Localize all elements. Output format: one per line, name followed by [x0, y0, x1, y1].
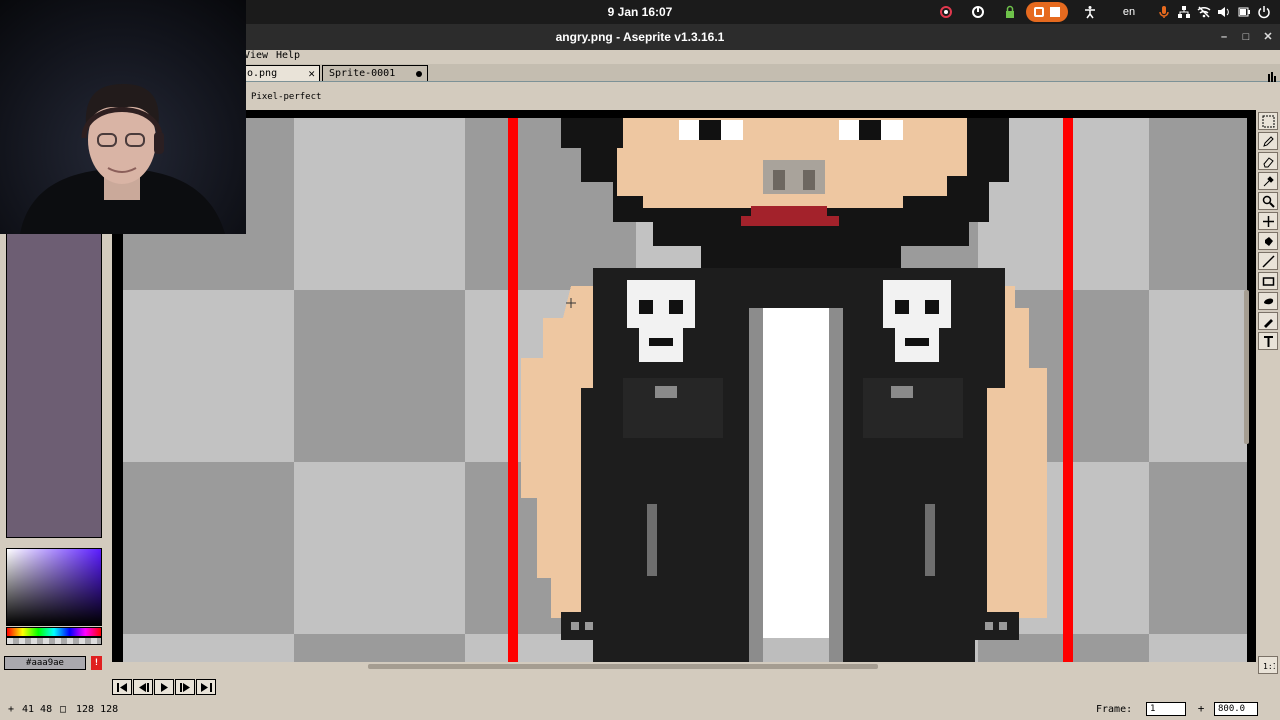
tab-angry-png[interactable]: o.png ✕ — [240, 65, 320, 81]
webcam-person — [20, 84, 225, 234]
guide-line — [1063, 118, 1073, 662]
eraser-icon[interactable] — [1258, 152, 1278, 170]
playback-controls — [0, 676, 1280, 698]
zoom-input[interactable]: 800.0 — [1214, 702, 1258, 716]
volume-icon[interactable] — [1216, 3, 1232, 21]
tab-label: Sprite-0001 — [329, 68, 396, 79]
cursor-icon: + — [8, 704, 15, 715]
tab-label: o.png — [247, 68, 278, 79]
microphone-icon[interactable] — [1156, 3, 1172, 21]
keyboard-language[interactable]: en — [1118, 3, 1140, 21]
cursor-position: 41 48 — [22, 704, 53, 715]
text-icon[interactable] — [1258, 332, 1278, 350]
smudge-icon[interactable] — [1258, 312, 1278, 330]
frame-input[interactable]: 1 — [1146, 702, 1186, 716]
screen-share-icon — [1034, 7, 1044, 17]
pixel-ratio-icon[interactable]: 1:1 — [1258, 656, 1278, 674]
accessibility-icon[interactable] — [1082, 3, 1098, 21]
sprite-pixels — [123, 118, 1247, 662]
foreground-color[interactable]: #aaa9ae — [4, 656, 86, 670]
svg-text:1:1: 1:1 — [1263, 662, 1275, 671]
marquee-icon[interactable] — [1258, 112, 1278, 130]
hue-slider[interactable] — [6, 627, 102, 637]
battery-icon[interactable] — [1236, 3, 1252, 21]
fg-warning-icon[interactable]: ! — [91, 656, 102, 670]
minimize-icon[interactable]: – — [1217, 30, 1231, 44]
modified-dot-icon — [416, 71, 422, 77]
add-frame-icon[interactable]: + — [1194, 702, 1208, 716]
color-icon[interactable] — [938, 3, 954, 21]
eyedropper-icon[interactable] — [1258, 172, 1278, 190]
lock-icon[interactable] — [1002, 3, 1018, 21]
tool-bar: 1:1 — [1256, 110, 1280, 700]
sprite-canvas[interactable] — [123, 118, 1247, 662]
wifi-off-icon[interactable] — [1196, 3, 1212, 21]
ellipse-icon[interactable] — [1258, 292, 1278, 310]
next-frame-icon[interactable] — [175, 679, 195, 695]
menu-view[interactable]: View — [244, 50, 268, 61]
power-icon[interactable] — [1256, 3, 1272, 21]
previous-frame-icon[interactable] — [133, 679, 153, 695]
system-clock[interactable]: 9 Jan 16:07 — [560, 5, 720, 19]
horizontal-scrollbar[interactable] — [112, 662, 1256, 670]
zoom-icon[interactable] — [1258, 192, 1278, 210]
tabs-menu-icon[interactable] — [1268, 67, 1276, 82]
move-icon[interactable] — [1258, 212, 1278, 230]
paint-bucket-icon[interactable] — [1258, 232, 1278, 250]
sync-icon[interactable] — [970, 3, 986, 21]
network-icon[interactable] — [1176, 3, 1192, 21]
close-icon[interactable]: ✕ — [1261, 30, 1275, 44]
pencil-icon[interactable] — [1258, 132, 1278, 150]
tab-close-icon[interactable]: ✕ — [308, 67, 315, 80]
sprite-size-icon: □ — [60, 704, 67, 715]
color-picker-sv[interactable] — [6, 548, 102, 626]
rectangle-icon[interactable] — [1258, 272, 1278, 290]
webcam-overlay — [0, 0, 246, 234]
sprite-editor[interactable] — [112, 110, 1256, 670]
first-frame-icon[interactable] — [112, 679, 132, 695]
menu-help[interactable]: Help — [276, 50, 300, 61]
alpha-slider[interactable] — [6, 637, 102, 645]
scroll-thumb[interactable] — [368, 664, 878, 669]
vertical-scrollbar[interactable] — [1244, 290, 1249, 444]
frame-label: Frame: — [1096, 704, 1133, 715]
stop-icon — [1050, 7, 1060, 17]
sprite-size: 128 128 — [76, 704, 119, 715]
guide-line — [508, 118, 518, 662]
maximize-icon[interactable]: □ — [1239, 30, 1253, 44]
line-icon[interactable] — [1258, 252, 1278, 270]
play-icon[interactable] — [154, 679, 174, 695]
pixel-perfect-option[interactable]: Pixel-perfect — [251, 92, 321, 102]
tab-sprite-0001[interactable]: Sprite-0001 — [322, 65, 428, 81]
last-frame-icon[interactable] — [196, 679, 216, 695]
status-bar: + 41 48 □ 128 128 Frame: 1 + 800.0 — [0, 698, 1280, 720]
screen-recording-indicator[interactable] — [1026, 2, 1068, 22]
window-title: angry.png - Aseprite v1.3.16.1 — [555, 30, 725, 44]
